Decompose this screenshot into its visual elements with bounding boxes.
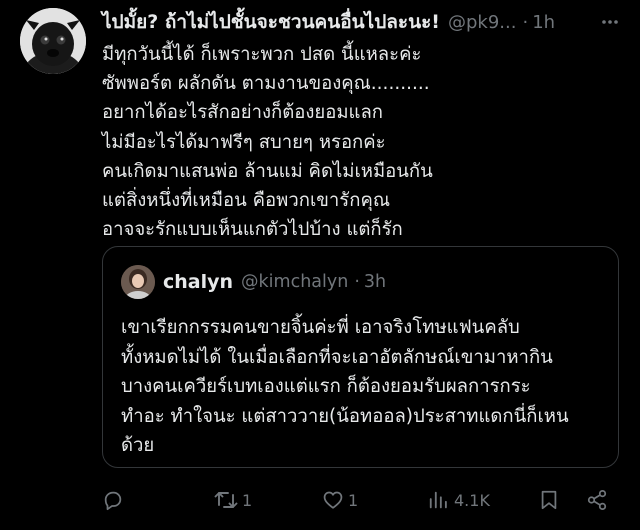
- more-icon: [602, 20, 618, 24]
- author-name[interactable]: ไปมั้ย? ถ้าไม่ไปชั้นจะชวนคนอื่นไปละนะ!: [102, 7, 440, 37]
- author-handle[interactable]: @pk9...: [448, 12, 516, 33]
- quote-author-handle[interactable]: @kimchalyn: [241, 272, 348, 292]
- quote-text-line: บางคนเควียร์เบทเองแต่แรก ก็ต้องยอมรับผลก…: [121, 376, 531, 397]
- separator-dot: ·: [522, 11, 529, 33]
- tweet-text-line: แต่สิ่งหนึ่งที่เหมือน คือพวกเขารักคุณ: [102, 190, 390, 212]
- tweet-actions: 1 1 4.1K: [102, 484, 622, 516]
- bookmark-icon: [541, 490, 557, 510]
- heart-icon: [323, 491, 343, 509]
- pug-dog-avatar: [20, 8, 86, 74]
- views-count: 4.1K: [454, 490, 490, 510]
- tweet-text-line: อยากได้อะไรสักอย่างก็ต้องยอมแลก: [102, 102, 383, 124]
- retweet-icon: [214, 492, 238, 508]
- views-button[interactable]: 4.1K: [428, 484, 490, 516]
- quote-text-line: ทำอะ ทำใจนะ แต่สาววาย(น้อทออล)ประสาทแดกน…: [121, 405, 569, 427]
- tweet-header: ไปมั้ย? ถ้าไม่ไปชั้นจะชวนคนอื่นไปละนะ! @…: [102, 8, 624, 36]
- views-icon: [429, 491, 447, 509]
- more-button[interactable]: [596, 8, 624, 36]
- tweet-text-line: อาจจะรักแบบเห็นแกตัวไปบ้าง แต่ก็รัก: [102, 219, 403, 241]
- tweet-text-line: คนเกิดมาแสนพ่อ ล้านแม่ คิดไม่เหมือนกัน: [102, 160, 433, 182]
- quote-separator-dot: ·: [354, 272, 360, 292]
- author-avatar[interactable]: [20, 8, 86, 74]
- tweet-text: มีทุกวันนี้ได้ ก็เพราะพวก ปสด นี้แหละค่ะ…: [102, 40, 624, 244]
- tweet-text-line: ไม่มีอะไรได้มาฟรีๆ สบายๆ หรอกค่ะ: [102, 131, 386, 153]
- reply-button[interactable]: [102, 484, 128, 516]
- quote-author-name[interactable]: chalyn: [163, 271, 233, 293]
- retweet-count: 1: [242, 490, 253, 510]
- quote-text-line: ด้วย: [121, 435, 155, 456]
- like-button[interactable]: 1: [322, 484, 358, 516]
- quote-text-line: เขาเรียกกรรมคนขายจิ้นค่ะพี่ เอาจริงโทษแฟ…: [121, 317, 520, 338]
- share-button[interactable]: [586, 484, 608, 516]
- tweet-time[interactable]: 1h: [532, 12, 555, 33]
- quote-text-line: ทั้งหมดไม่ได้ ในเมื่อเลือกที่จะเอาอัตลัก…: [121, 346, 553, 368]
- person-avatar-icon: [121, 265, 155, 299]
- like-count: 1: [348, 490, 359, 510]
- quote-author-avatar[interactable]: [121, 265, 155, 299]
- share-icon: [587, 489, 607, 511]
- tweet-text-line: มีทุกวันนี้ได้ ก็เพราะพวก ปสด นี้แหละค่ะ: [102, 44, 422, 65]
- quote-header: chalyn @kimchalyn · 3h: [163, 269, 386, 295]
- tweet-text-line: ซัพพอร์ต ผลักดัน ตามงานของคุณ..........: [102, 73, 430, 95]
- quoted-tweet[interactable]: chalyn @kimchalyn · 3h เขาเรียกกรรมคนขาย…: [102, 246, 619, 468]
- quote-time[interactable]: 3h: [364, 272, 386, 292]
- reply-icon: [104, 491, 122, 511]
- quote-text: เขาเรียกกรรมคนขายจิ้นค่ะพี่ เอาจริงโทษแฟ…: [121, 313, 606, 461]
- retweet-button[interactable]: 1: [214, 484, 252, 516]
- bookmark-button[interactable]: [538, 484, 560, 516]
